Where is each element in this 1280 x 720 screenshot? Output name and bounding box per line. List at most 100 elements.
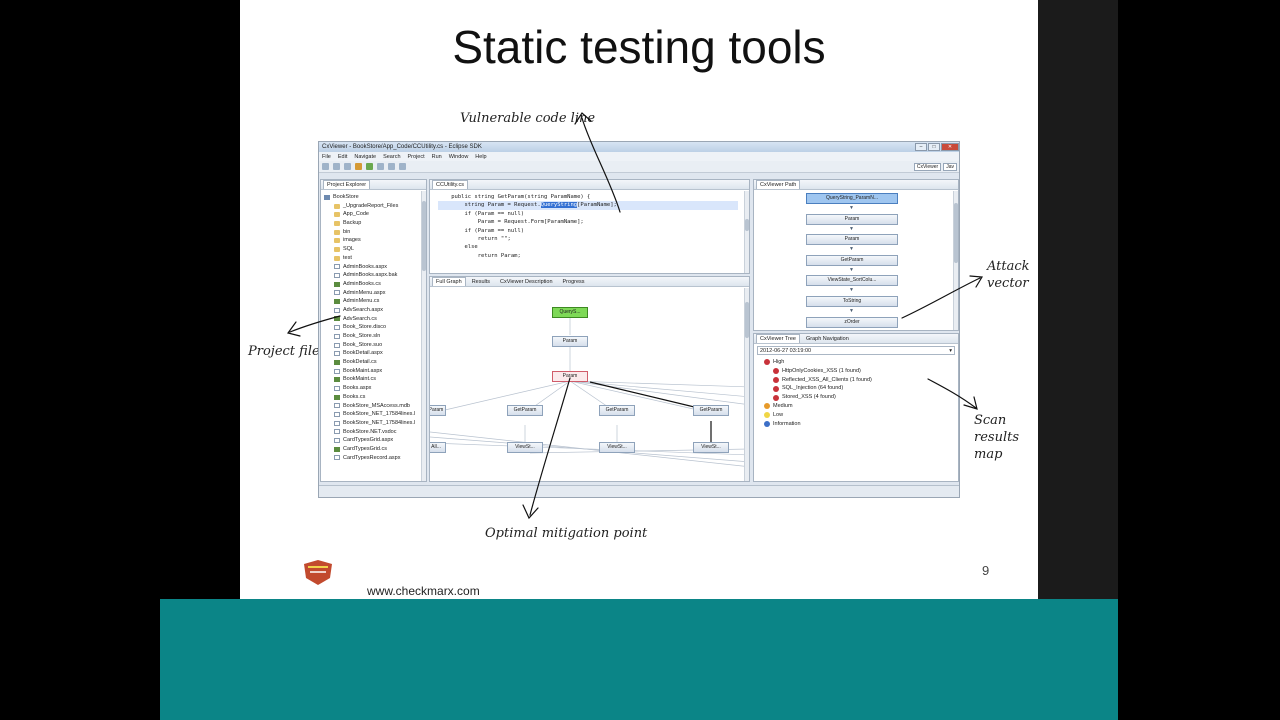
tab-cxviewer-description[interactable]: CxViewer Description (496, 277, 556, 286)
tab-graph-navigation[interactable]: Graph Navigation (802, 334, 853, 343)
tree-item[interactable]: BookStore_NET_17584lines.l (324, 419, 423, 428)
tab-cxviewer-tree[interactable]: CxViewer Tree (756, 334, 800, 343)
path-node[interactable]: zOrder (806, 316, 898, 328)
new-icon[interactable] (322, 163, 329, 170)
tree-item[interactable]: BookDetail.aspx (324, 349, 423, 358)
menu-search[interactable]: Search (383, 154, 400, 160)
path-node[interactable]: GetParam (806, 254, 898, 266)
debug-icon[interactable] (377, 163, 384, 170)
code-line[interactable]: if (Param == null) (438, 227, 741, 235)
menu-project[interactable]: Project (408, 154, 425, 160)
minimize-icon[interactable]: – (915, 143, 927, 151)
tree-item[interactable]: AdminMenu.cs (324, 297, 423, 306)
editor-scrollbar[interactable] (744, 191, 749, 273)
path-node[interactable]: Param (806, 213, 898, 225)
tab-cxviewer-path[interactable]: CxViewer Path (756, 180, 801, 189)
vulnerability-item[interactable]: Low (758, 411, 954, 420)
vulnerability-item[interactable]: Stored_XSS (4 found) (758, 393, 954, 402)
close-icon[interactable]: ✕ (941, 143, 959, 151)
vulnerability-item[interactable]: SQL_Injection (64 found) (758, 384, 954, 393)
menu-edit[interactable]: Edit (338, 154, 347, 160)
search-icon[interactable] (355, 163, 362, 170)
code-line[interactable]: return Param; (438, 252, 741, 260)
tab-ccutility[interactable]: CCUtility.cs (432, 180, 469, 189)
tab-full-graph[interactable]: Full Graph (432, 277, 466, 286)
graph-node-getparam-3[interactable]: GetParam (693, 405, 729, 416)
scrollbar-thumb[interactable] (422, 201, 426, 271)
scrollbar-thumb[interactable] (954, 203, 958, 263)
menu-run[interactable]: Run (432, 154, 442, 160)
graph-node-getparam-1[interactable]: GetParam (507, 405, 543, 416)
vulnerability-item[interactable]: HttpOnlyCookies_XSS (1 found) (758, 367, 954, 376)
graph-node-viewstate-2[interactable]: ViewSt... (599, 442, 635, 453)
tree-item[interactable]: BookDetail.cs (324, 358, 423, 367)
vulnerability-item[interactable]: Medium (758, 402, 954, 411)
tree-item[interactable]: _UpgradeReport_Files (324, 202, 423, 211)
path-node[interactable]: ViewState_SortColu... (806, 275, 898, 287)
tree-item[interactable]: BookMaint.aspx (324, 367, 423, 376)
vulnerability-item[interactable]: High (758, 358, 954, 367)
tree-item[interactable]: CardTypesGrid.cs (324, 445, 423, 454)
save-icon[interactable] (333, 163, 340, 170)
chevron-down-icon[interactable]: ▾ (949, 347, 954, 354)
code-line[interactable]: Param = Request.Form[ParamName]; (438, 218, 741, 226)
tree-item[interactable]: Book_Store.sln (324, 332, 423, 341)
tree-item[interactable]: BookStore (324, 193, 423, 202)
tree-item[interactable]: bin (324, 228, 423, 237)
path-node[interactable]: QueryString_ParamN... (806, 193, 898, 204)
footer-url[interactable]: www.checkmarx.com (367, 584, 480, 598)
tree-item[interactable]: Backup (324, 219, 423, 228)
graph-node-param-2[interactable]: Param (552, 371, 588, 382)
perspective-java[interactable]: Jav (943, 162, 957, 171)
back-icon[interactable] (388, 163, 395, 170)
scrollbar-thumb[interactable] (745, 219, 749, 231)
code-text[interactable]: public string GetParam(string ParamName)… (430, 190, 749, 263)
graph-node-viewstate-1[interactable]: ViewSt... (507, 442, 543, 453)
graph-node-querystring[interactable]: QueryS... (552, 307, 588, 318)
maximize-icon[interactable]: □ (928, 143, 940, 151)
tree-item[interactable]: BookStore.NET.vsdoc (324, 428, 423, 437)
path-node[interactable]: ToString (806, 295, 898, 307)
tree-item[interactable]: AdminBooks.cs (324, 280, 423, 289)
menu-window[interactable]: Window (449, 154, 469, 160)
code-line[interactable]: else (438, 243, 741, 251)
tab-results[interactable]: Results (468, 277, 494, 286)
menu-navigate[interactable]: Navigate (354, 154, 376, 160)
tab-progress[interactable]: Progress (559, 277, 589, 286)
graph-node-param-1[interactable]: Param (552, 336, 588, 347)
selected-token[interactable]: QueryString (540, 202, 578, 209)
tree-item[interactable]: BookStore_MSAccess.mdb (324, 402, 423, 411)
tree-item[interactable]: test (324, 254, 423, 263)
menu-file[interactable]: File (322, 154, 331, 160)
tree-item[interactable]: images (324, 236, 423, 245)
project-tree-scrollbar[interactable] (421, 191, 426, 481)
scrollbar-thumb[interactable] (745, 302, 749, 338)
graph-node-viewstate-3[interactable]: ViewSt... (693, 442, 729, 453)
graph-scrollbar[interactable] (744, 288, 749, 481)
tree-item[interactable]: AdminMenu.aspx (324, 289, 423, 298)
tree-item[interactable]: CardTypesRecord.aspx (324, 454, 423, 463)
vulnerability-item[interactable]: Information (758, 420, 954, 429)
code-line[interactable]: return ""; (438, 235, 741, 243)
tree-item[interactable]: AdvSearch.cs (324, 315, 423, 324)
tree-item[interactable]: CardTypesGrid.aspx (324, 436, 423, 445)
graph-node-getparam-2[interactable]: GetParam (599, 405, 635, 416)
tree-item[interactable]: AdminBooks.aspx (324, 263, 423, 272)
vulnerability-item[interactable]: Reflected_XSS_All_Clients (1 found) (758, 376, 954, 385)
print-icon[interactable] (344, 163, 351, 170)
tree-item[interactable]: Book_Store.suo (324, 341, 423, 350)
run-icon[interactable] (366, 163, 373, 170)
tree-item[interactable]: App_Code (324, 210, 423, 219)
tab-project-explorer[interactable]: Project Explorer (323, 180, 371, 189)
path-node[interactable]: Param (806, 234, 898, 246)
forward-icon[interactable] (399, 163, 406, 170)
code-line[interactable]: public string GetParam(string ParamName)… (438, 193, 741, 201)
graph-node-all[interactable]: All... (430, 442, 446, 453)
tree-item[interactable]: Books.aspx (324, 384, 423, 393)
tree-item[interactable]: BookStore_NET_17584lines.l (324, 410, 423, 419)
path-scrollbar[interactable] (953, 191, 958, 330)
menu-help[interactable]: Help (475, 154, 486, 160)
code-line[interactable]: if (Param == null) (438, 210, 741, 218)
tree-item[interactable]: Book_Store.disco (324, 323, 423, 332)
code-line[interactable]: string Param = Request.QueryString[Param… (438, 201, 738, 210)
